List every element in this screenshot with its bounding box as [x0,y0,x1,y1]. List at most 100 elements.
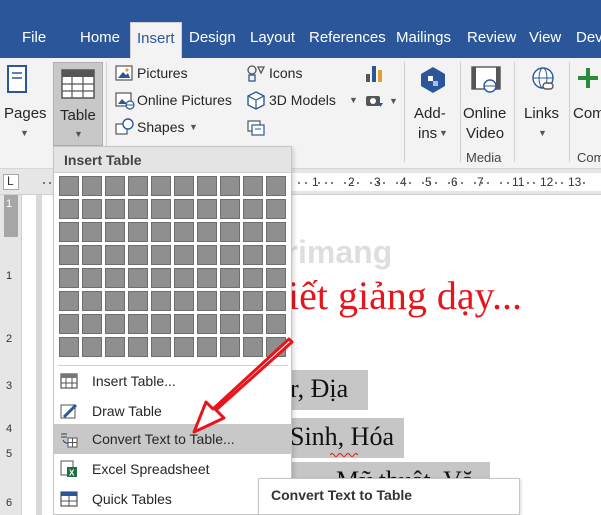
table-grid-cell[interactable] [151,222,171,242]
table-grid-cell[interactable] [82,176,102,196]
table-grid-cell[interactable] [243,245,263,265]
add-ins-button[interactable]: Add- ins ▼ [409,60,457,150]
table-grid-cell[interactable] [82,337,102,357]
comment-button[interactable]: Com [572,60,601,150]
tab-references[interactable]: References [309,27,386,49]
table-grid-cell[interactable] [174,245,194,265]
table-grid-cell[interactable] [151,176,171,196]
table-grid-cell[interactable] [266,222,286,242]
table-grid-cell[interactable] [105,245,125,265]
tab-file[interactable]: File [22,27,46,49]
table-grid-cell[interactable] [59,337,79,357]
table-grid-cell[interactable] [266,268,286,288]
table-grid-cell[interactable] [220,176,240,196]
table-grid-cell[interactable] [151,337,171,357]
table-grid-cell[interactable] [174,176,194,196]
table-grid-cell[interactable] [151,245,171,265]
table-grid-cell[interactable] [128,245,148,265]
table-grid-cell[interactable] [220,245,240,265]
table-grid-cell[interactable] [82,199,102,219]
table-grid-cell[interactable] [105,291,125,311]
table-grid-cell[interactable] [197,176,217,196]
table-grid-cell[interactable] [128,222,148,242]
shapes-button[interactable]: Shapes ▼ [113,116,203,138]
table-grid-cell[interactable] [59,222,79,242]
table-grid-cell[interactable] [105,314,125,334]
table-grid-cell[interactable] [105,337,125,357]
table-grid-cell[interactable] [128,199,148,219]
table-grid-cell[interactable] [197,291,217,311]
table-grid-cell[interactable] [174,268,194,288]
tab-selector[interactable]: L [3,174,19,190]
online-video-button[interactable]: Online Video [461,60,511,150]
table-button[interactable]: Table ▼ [53,62,103,146]
tab-layout[interactable]: Layout [250,27,295,49]
table-grid-cell[interactable] [266,245,286,265]
table-grid-cell[interactable] [197,268,217,288]
table-grid-cell[interactable] [197,199,217,219]
table-grid-cell[interactable] [59,199,79,219]
table-grid-cell[interactable] [220,291,240,311]
pictures-button[interactable]: Pictures [113,62,213,84]
table-grid-cell[interactable] [82,222,102,242]
table-grid-cell[interactable] [82,291,102,311]
table-grid-cell[interactable] [59,176,79,196]
excel-spreadsheet-item[interactable]: X Excel Spreadsheet [54,454,291,484]
tab-developer[interactable]: Dev [576,27,601,49]
table-grid-cell[interactable] [82,245,102,265]
table-grid-cell[interactable] [128,268,148,288]
table-grid-cell[interactable] [266,291,286,311]
screen-clipping-button[interactable] [246,119,268,139]
table-grid-cell[interactable] [82,314,102,334]
table-grid-cell[interactable] [220,268,240,288]
table-grid-cell[interactable] [151,314,171,334]
tab-design[interactable]: Design [189,27,236,49]
table-grid-cell[interactable] [243,199,263,219]
tab-home[interactable]: Home [80,27,120,49]
3d-models-button[interactable]: 3D Models ▼ [244,89,360,111]
screenshot-button[interactable]: ▼ [364,91,400,113]
table-grid-cell[interactable] [174,222,194,242]
table-grid-cell[interactable] [105,222,125,242]
chart-button[interactable] [364,62,386,86]
table-grid-cell[interactable] [174,291,194,311]
table-grid-cell[interactable] [243,222,263,242]
table-grid-cell[interactable] [151,268,171,288]
table-grid-cell[interactable] [220,199,240,219]
table-grid-cell[interactable] [128,314,148,334]
table-grid-cell[interactable] [197,245,217,265]
table-grid-cell[interactable] [105,176,125,196]
table-grid-cell[interactable] [105,268,125,288]
table-grid-cell[interactable] [266,176,286,196]
tab-insert[interactable]: Insert [130,22,182,58]
table-grid-cell[interactable] [243,268,263,288]
table-grid-cell[interactable] [174,199,194,219]
table-grid-cell[interactable] [197,222,217,242]
table-grid-cell[interactable] [82,268,102,288]
icons-button[interactable]: Icons [244,62,314,84]
table-grid-cell[interactable] [128,337,148,357]
vertical-ruler[interactable] [0,195,22,515]
table-grid-cell[interactable] [105,199,125,219]
tab-mailings[interactable]: Mailings [396,27,451,49]
table-grid-cell[interactable] [243,176,263,196]
table-grid-cell[interactable] [59,268,79,288]
table-grid-cell[interactable] [266,199,286,219]
table-grid-cell[interactable] [59,291,79,311]
tab-review[interactable]: Review [467,27,516,49]
add-ins-label-1: Add- [414,105,446,122]
pages-button[interactable]: Pages ▼ [0,60,50,148]
table-grid-cell[interactable] [220,222,240,242]
table-grid-cell[interactable] [128,291,148,311]
table-grid-cell[interactable] [151,199,171,219]
table-grid-cell[interactable] [128,176,148,196]
tab-view[interactable]: View [529,27,561,49]
comments-group-label: Com [577,150,601,165]
quick-tables-item[interactable]: Quick Tables [54,484,291,514]
online-pictures-button[interactable]: Online Pictures [113,89,241,111]
table-grid-cell[interactable] [59,314,79,334]
table-grid-cell[interactable] [243,291,263,311]
links-button[interactable]: Links ▼ [518,60,568,150]
table-grid-cell[interactable] [59,245,79,265]
table-grid-cell[interactable] [151,291,171,311]
